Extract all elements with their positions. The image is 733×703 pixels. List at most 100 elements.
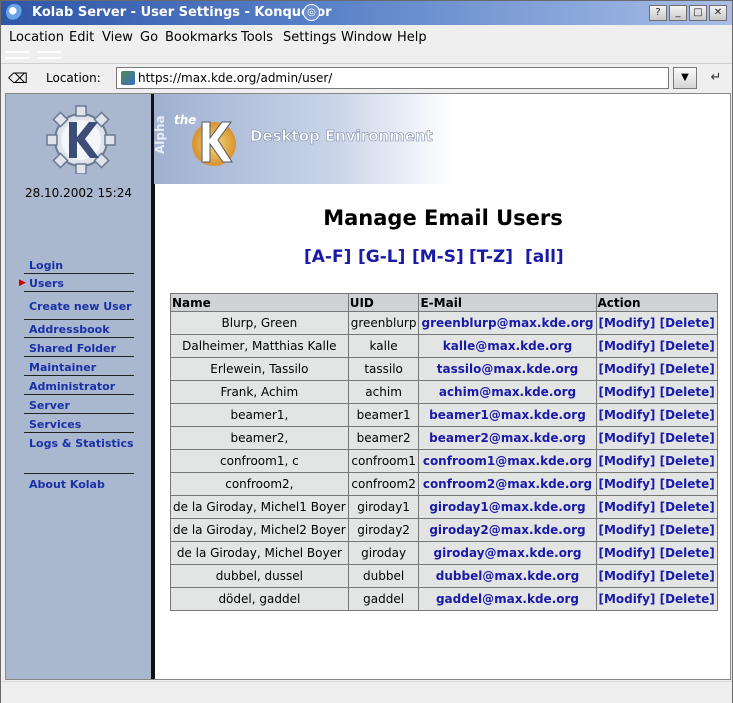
- user-email-link[interactable]: giroday2@max.kde.org: [418, 518, 597, 542]
- sidebar-item-login[interactable]: Login: [29, 259, 63, 272]
- nav-divider: [24, 319, 134, 320]
- user-email-link[interactable]: kalle@max.kde.org: [418, 334, 597, 358]
- users-table-body: Blurp, Green greenblurp greenblurp@max.kde…: [170, 311, 718, 611]
- delete-user-link[interactable]: [Delete]: [660, 592, 715, 606]
- menu-help[interactable]: Help: [397, 30, 427, 45]
- sidebar-item-addressbook[interactable]: Addressbook: [29, 323, 110, 336]
- user-name-cell: de la Giroday, Michel2 Boyer: [170, 518, 349, 542]
- column-header-name: Name: [170, 293, 349, 312]
- user-email-link[interactable]: beamer2@max.kde.org: [418, 426, 597, 450]
- sidebar-item-users[interactable]: Users: [29, 277, 64, 290]
- url-input[interactable]: https://max.kde.org/admin/user/: [116, 67, 669, 89]
- delete-user-link[interactable]: [Delete]: [660, 454, 715, 468]
- user-uid-cell: beamer2: [347, 426, 420, 450]
- filter-g-l-link[interactable]: [G-L]: [358, 247, 405, 267]
- user-name-cell: beamer1,: [170, 403, 349, 427]
- konqueror-icon[interactable]: [6, 4, 23, 21]
- modify-user-link[interactable]: [Modify]: [599, 362, 656, 376]
- filter-t-z-link[interactable]: [T-Z]: [469, 247, 513, 267]
- sidebar-item-logs-statistics[interactable]: Logs & Statistics: [29, 437, 134, 450]
- nav-divider: [24, 273, 134, 274]
- modify-user-link[interactable]: [Modify]: [599, 408, 656, 422]
- modify-user-link[interactable]: [Modify]: [599, 454, 656, 468]
- delete-user-link[interactable]: [Delete]: [660, 316, 715, 330]
- delete-user-link[interactable]: [Delete]: [660, 362, 715, 376]
- menu-tools[interactable]: Tools: [241, 30, 273, 45]
- modify-user-link[interactable]: [Modify]: [599, 385, 656, 399]
- delete-user-link[interactable]: [Delete]: [660, 500, 715, 514]
- user-uid-cell: dubbel: [347, 564, 420, 588]
- modify-user-link[interactable]: [Modify]: [599, 477, 656, 491]
- nav-divider: [24, 375, 134, 376]
- menu-edit[interactable]: Edit: [69, 30, 94, 45]
- filter-all-link[interactable]: [all]: [525, 247, 564, 267]
- sidebar-item-services[interactable]: Services: [29, 418, 81, 431]
- modify-user-link[interactable]: [Modify]: [599, 500, 656, 514]
- user-action-cell: [Modify] [Delete]: [595, 380, 718, 404]
- user-email-link[interactable]: giroday@max.kde.org: [418, 541, 597, 565]
- sidebar-item-server[interactable]: Server: [29, 399, 70, 412]
- sidebar-item-about-kolab[interactable]: About Kolab: [29, 478, 105, 491]
- delete-user-link[interactable]: [Delete]: [660, 569, 715, 583]
- table-row: beamer2, beamer2 beamer2@max.kde.org [Modif…: [170, 426, 718, 450]
- user-email-link[interactable]: dubbel@max.kde.org: [418, 564, 597, 588]
- go-icon[interactable]: ↵: [706, 68, 726, 88]
- modify-user-link[interactable]: [Modify]: [599, 592, 656, 606]
- menu-location[interactable]: Location: [9, 30, 64, 45]
- close-button[interactable]: ✕: [709, 5, 727, 21]
- menu-bar: Location Edit View Go Bookmarks Tools Se…: [1, 26, 732, 49]
- users-table: Name UID E-Mail Action Blurp, Green green…: [170, 293, 718, 611]
- delete-user-link[interactable]: [Delete]: [660, 523, 715, 537]
- delete-user-link[interactable]: [Delete]: [660, 385, 715, 399]
- user-uid-cell: giroday2: [347, 518, 420, 542]
- toolbar-grip[interactable]: [5, 51, 29, 59]
- clear-location-icon[interactable]: ⌫: [7, 69, 29, 89]
- toolbar-grip[interactable]: [37, 51, 61, 59]
- filter-m-s-link[interactable]: [M-S]: [412, 247, 464, 267]
- user-email-link[interactable]: tassilo@max.kde.org: [418, 357, 597, 381]
- url-text[interactable]: https://max.kde.org/admin/user/: [138, 71, 332, 85]
- sidebar-item-maintainer[interactable]: Maintainer: [29, 361, 96, 374]
- menu-go[interactable]: Go: [140, 30, 158, 45]
- menu-view[interactable]: View: [102, 30, 133, 45]
- user-uid-cell: tassilo: [347, 357, 420, 381]
- user-email-link[interactable]: greenblurp@max.kde.org: [418, 311, 597, 335]
- location-toolbar: ⌫ Location: https://max.kde.org/admin/us…: [1, 63, 732, 92]
- delete-user-link[interactable]: [Delete]: [660, 477, 715, 491]
- title-bar[interactable]: Kolab Server - User Settings - Konqueror…: [1, 1, 732, 25]
- user-email-link[interactable]: gaddel@max.kde.org: [418, 587, 597, 611]
- modify-user-link[interactable]: [Modify]: [599, 339, 656, 353]
- delete-user-link[interactable]: [Delete]: [660, 339, 715, 353]
- modify-user-link[interactable]: [Modify]: [599, 316, 656, 330]
- sidebar-item-administrator[interactable]: Administrator: [29, 380, 115, 393]
- user-email-link[interactable]: giroday1@max.kde.org: [418, 495, 597, 519]
- menu-settings[interactable]: Settings: [283, 30, 336, 45]
- delete-user-link[interactable]: [Delete]: [660, 431, 715, 445]
- maximize-button[interactable]: □: [689, 5, 707, 21]
- user-action-cell: [Modify] [Delete]: [595, 449, 718, 473]
- menu-window[interactable]: Window: [341, 30, 392, 45]
- help-button[interactable]: ?: [649, 5, 667, 21]
- page-content: 28.10.2002 15:24 Login ▶ Users Create ne…: [5, 93, 731, 680]
- menu-bookmarks[interactable]: Bookmarks: [165, 30, 238, 45]
- table-row: Frank, Achim achim achim@max.kde.org [Modif…: [170, 380, 718, 404]
- url-history-dropdown[interactable]: ▼: [673, 67, 697, 89]
- sidebar-item-create-new-user[interactable]: Create new User: [29, 300, 132, 313]
- sticky-icon[interactable]: ◎: [303, 4, 320, 21]
- user-email-link[interactable]: confroom2@max.kde.org: [418, 472, 597, 496]
- modify-user-link[interactable]: [Modify]: [599, 523, 656, 537]
- minimize-button[interactable]: _: [669, 5, 687, 21]
- user-email-link[interactable]: achim@max.kde.org: [418, 380, 597, 404]
- user-name-cell: dubbel, dussel: [170, 564, 349, 588]
- filter-a-f-link[interactable]: [A-F]: [304, 247, 351, 267]
- user-email-link[interactable]: beamer1@max.kde.org: [418, 403, 597, 427]
- modify-user-link[interactable]: [Modify]: [599, 569, 656, 583]
- delete-user-link[interactable]: [Delete]: [660, 408, 715, 422]
- nav-divider: [24, 356, 134, 357]
- delete-user-link[interactable]: [Delete]: [660, 546, 715, 560]
- sidebar-item-shared-folder[interactable]: Shared Folder: [29, 342, 116, 355]
- modify-user-link[interactable]: [Modify]: [599, 546, 656, 560]
- modify-user-link[interactable]: [Modify]: [599, 431, 656, 445]
- nav-divider: [24, 432, 134, 433]
- user-email-link[interactable]: confroom1@max.kde.org: [418, 449, 597, 473]
